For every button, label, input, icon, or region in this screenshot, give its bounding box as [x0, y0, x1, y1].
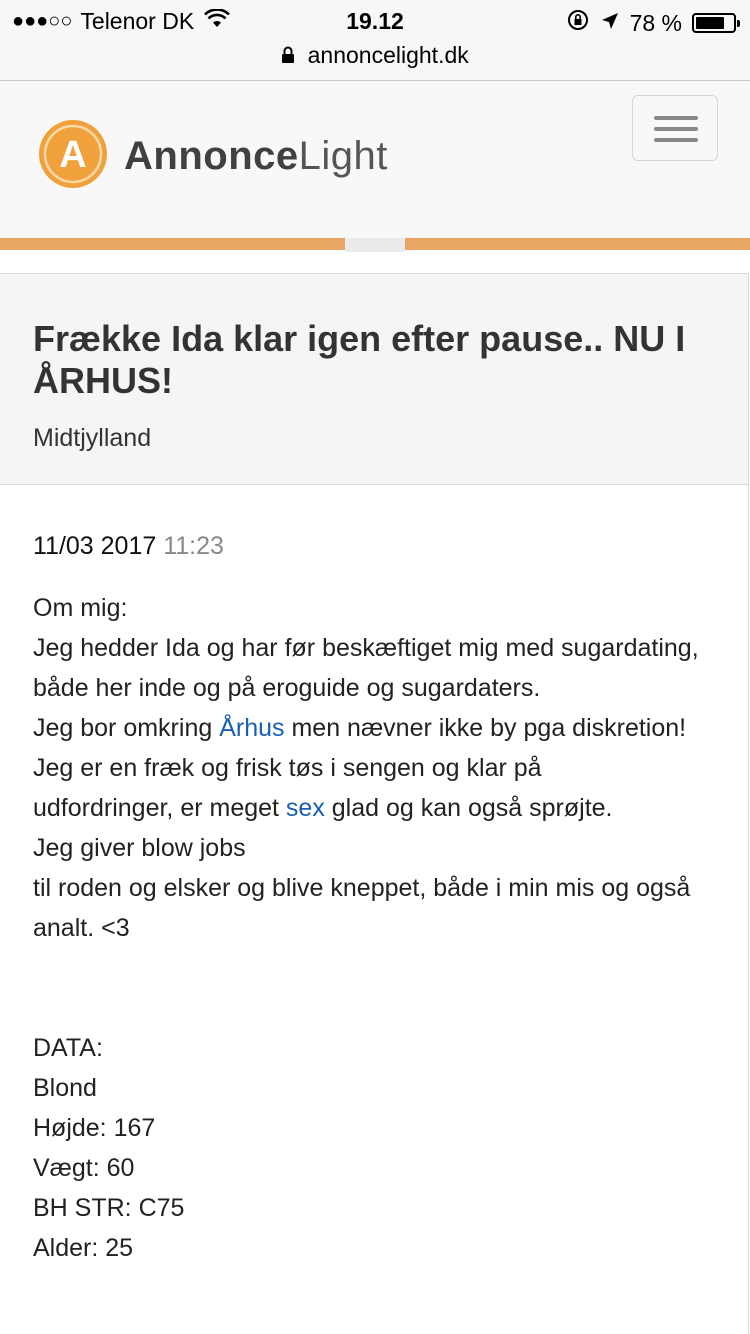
nav-strip-left[interactable]	[0, 238, 345, 250]
lock-icon	[281, 43, 295, 70]
ad-description: Om mig: Jeg hedder Ida og har før beskæf…	[33, 588, 723, 1268]
data-line: Højde: 167	[33, 1114, 156, 1142]
data-line: Vægt: 60	[33, 1154, 135, 1182]
logo-text-annonce: Annonce	[124, 134, 299, 178]
site-header: A AnnonceLight	[0, 81, 750, 239]
desc-line: udfordringer, er meget sex glad og kan o…	[33, 788, 723, 828]
ad-date-value: 11/03 2017	[33, 532, 157, 560]
site-logo[interactable]: A AnnonceLight	[38, 119, 388, 194]
status-bar: ●●●○○ Telenor DK 19.12 78 %	[0, 0, 750, 42]
data-heading: DATA:	[33, 1034, 103, 1062]
data-line: Blond	[33, 1074, 97, 1102]
logo-badge-icon: A	[38, 119, 108, 194]
desc-line: Jeg bor omkring Århus men nævner ikke by…	[33, 708, 723, 748]
menu-icon	[654, 116, 698, 120]
nav-strip-gap	[345, 238, 405, 252]
battery-level	[696, 17, 724, 29]
desc-line: Om mig:	[33, 594, 128, 622]
link-sex[interactable]: sex	[286, 794, 325, 822]
logo-wordmark: AnnonceLight	[124, 134, 388, 179]
desc-text: udfordringer, er meget	[33, 794, 286, 822]
desc-line: Jeg er en fræk og frisk tøs i sengen og …	[33, 754, 542, 782]
ad-content: 11/03 2017 11:23 Om mig: Jeg hedder Ida …	[0, 484, 749, 1334]
menu-icon-bar	[654, 127, 698, 131]
link-aarhus[interactable]: Århus	[219, 714, 284, 742]
nav-strip-right[interactable]	[405, 238, 750, 250]
battery-icon	[692, 13, 740, 33]
battery-percent: 78 %	[629, 9, 682, 36]
desc-line: til roden og elsker og blive kneppet, bå…	[33, 874, 691, 942]
desc-text: men nævner ikke by pga diskretion!	[284, 714, 687, 742]
desc-line: Jeg hedder Ida og har før beskæftiget mi…	[33, 634, 699, 702]
location-arrow-icon	[600, 10, 620, 37]
ad-region: Midtjylland	[33, 424, 152, 452]
menu-button[interactable]	[632, 95, 718, 161]
rotation-lock-icon	[566, 8, 590, 38]
data-line: Alder: 25	[33, 1234, 134, 1262]
desc-text: Jeg bor omkring	[33, 714, 220, 742]
ad-title-panel: Frække Ida klar igen efter pause.. NU I …	[0, 273, 749, 485]
ad-title: Frække Ida klar igen efter pause.. NU I …	[33, 318, 686, 401]
address-bar[interactable]: annoncelight.dk	[0, 42, 750, 81]
url-text: annoncelight.dk	[307, 42, 469, 68]
logo-text-light: Light	[298, 134, 388, 178]
desc-line: Jeg giver blow jobs	[33, 834, 246, 862]
desc-text: glad og kan også sprøjte.	[324, 794, 613, 822]
svg-text:A: A	[59, 134, 86, 176]
menu-icon-bar	[654, 138, 698, 142]
ad-time-value: 11:23	[163, 532, 224, 560]
ad-date: 11/03 2017 11:23	[33, 532, 224, 561]
data-line: BH STR: C75	[33, 1194, 185, 1222]
